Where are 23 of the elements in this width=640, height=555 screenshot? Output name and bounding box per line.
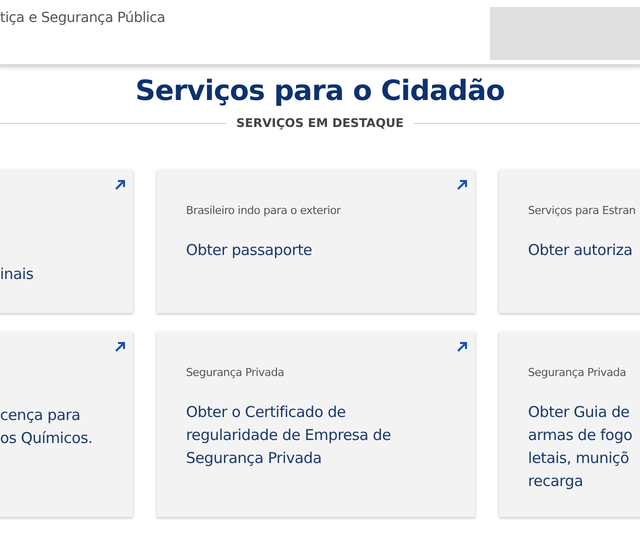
section-heading: SERVIÇOS EM DESTAQUE (236, 116, 404, 130)
external-link-icon (456, 341, 468, 353)
service-card[interactable]: inais (0, 170, 133, 313)
external-link-icon (114, 341, 126, 353)
service-card[interactable]: Serviços para Estran Obter autoriza (499, 170, 640, 313)
organization-name: tiça e Segurança Pública (0, 10, 166, 26)
external-link-icon (114, 179, 126, 191)
external-link-icon (456, 179, 468, 191)
service-card[interactable]: cença para os Químicos. (0, 332, 133, 517)
card-category: Segurança Privada (186, 366, 286, 379)
service-card[interactable]: Segurança Privada Obter Guia de armas de fogo letais, muniçõ recarga (499, 332, 640, 517)
card-title: Obter o Certificado de regularidade de Empresa de Segurança Privada (186, 402, 392, 469)
card-title: cença para os Químicos. (0, 405, 94, 449)
card-title: Obter Guia de armas de fogo letais, muniçõ recarga (528, 402, 634, 492)
card-title: Obter passaporte (186, 240, 314, 261)
card-category: Serviços para Estran (528, 204, 637, 217)
card-category: Segurança Privada (528, 366, 628, 379)
page-title: Serviços para o Cidadão (134, 73, 506, 109)
card-category: Brasileiro indo para o exterior (186, 204, 342, 217)
service-card[interactable]: Segurança Privada Obter o Certificado de regularidade de Empresa de Segurança Privada (157, 332, 475, 517)
card-title: inais (0, 264, 34, 285)
card-title: Obter autoriza (528, 240, 634, 261)
service-card[interactable]: Brasileiro indo para o exterior Obter passaporte (157, 170, 475, 313)
